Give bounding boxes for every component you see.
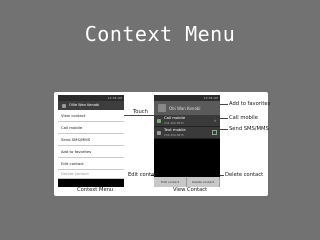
call-mobile-row[interactable]: Call mobile 234-324-5675 ★ xyxy=(154,115,220,127)
star-icon[interactable]: ★ xyxy=(213,118,217,123)
contact-header: Obi Wan Kenobi xyxy=(154,101,220,115)
call-mobile-number: 234-324-5675 xyxy=(164,120,184,125)
contact-name: Obi Wan Kenobi xyxy=(169,105,201,111)
favorites-callout-line xyxy=(220,104,228,105)
add-favorites-label: Add to favorites xyxy=(229,101,271,107)
delete-callout-line xyxy=(220,175,224,176)
contact-icon xyxy=(62,103,66,108)
text-mobile-label: Text mobile xyxy=(164,127,186,132)
phone-icon xyxy=(157,118,161,123)
send-sms-label: Send SMS/MMS xyxy=(229,126,269,132)
call-callout-line xyxy=(220,118,228,119)
text-mobile-row[interactable]: Text mobile 234-324-5675 xyxy=(154,127,220,139)
delete-contact-label: Delete contact xyxy=(225,172,264,178)
menu-item-call-mobile[interactable]: Call mobile xyxy=(58,122,124,134)
delete-contact-button[interactable]: Delete contact xyxy=(187,177,220,187)
edit-contact-label: Edit contact xyxy=(128,172,160,178)
menu-item-send-sms[interactable]: Send SMS/MMS xyxy=(58,134,124,146)
context-menu-phone: 10:38 AM Ollie Wan Kenobi View contact C… xyxy=(58,95,124,187)
menu-item-view-contact[interactable]: View contact xyxy=(58,110,124,122)
touch-label: Touch xyxy=(133,109,148,115)
avatar xyxy=(158,104,166,112)
edit-contact-button[interactable]: Edit contact xyxy=(154,177,187,187)
touch-callout-line xyxy=(124,115,154,116)
view-contact-phone: 10:38 AM Obi Wan Kenobi Call mobile 234-… xyxy=(154,95,220,187)
menu-item-delete-contact[interactable]: Delete contact xyxy=(58,170,124,179)
context-menu-caption: Context Menu xyxy=(77,187,114,193)
contact-name: Ollie Wan Kenobi xyxy=(69,103,100,107)
bottom-button-bar: Edit contact Delete contact xyxy=(154,177,220,187)
contact-menu-header: Ollie Wan Kenobi xyxy=(58,101,124,110)
slide-title: Context Menu xyxy=(84,22,236,46)
call-mobile-label: Call mobile xyxy=(164,115,186,120)
menu-item-add-favorites[interactable]: Add to favorites xyxy=(58,146,124,158)
menu-item-edit-contact[interactable]: Edit contact xyxy=(58,158,124,170)
diagram-panel: 10:38 AM Ollie Wan Kenobi View contact C… xyxy=(54,92,271,196)
text-mobile-number: 234-324-5675 xyxy=(164,132,184,137)
context-menu: View contact Call mobile Send SMS/MMS Ad… xyxy=(58,110,124,179)
message-icon xyxy=(157,130,161,135)
sms-callout-line xyxy=(220,129,228,130)
call-mobile-label: Call mobile xyxy=(229,115,258,121)
view-contact-caption: View Contact xyxy=(173,187,208,193)
checkbox-icon[interactable] xyxy=(212,130,217,135)
